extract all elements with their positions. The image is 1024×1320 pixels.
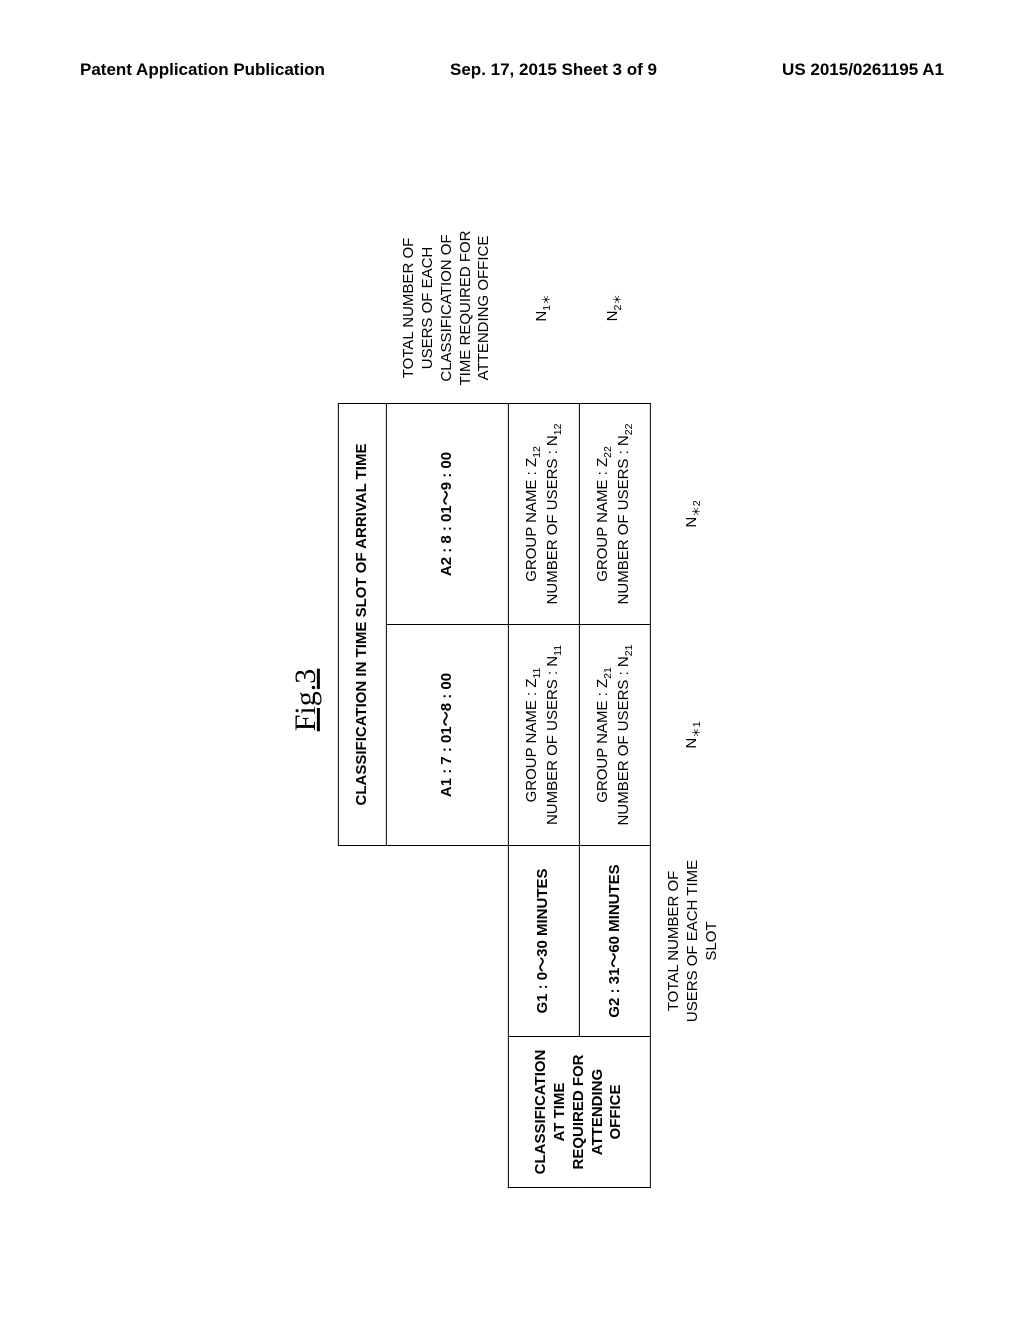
header-left: Patent Application Publication [80, 60, 325, 80]
row-g2: G2 : 31～60 MINUTES [579, 846, 650, 1037]
cell-11: GROUP NAME : Z11 NUMBER OF USERS : N11 [508, 625, 579, 846]
col-a1: A1 : 7 : 01～8 : 00 [386, 625, 508, 846]
rotated-figure-wrapper: Fig.3 CLASSIFICATION IN TIME SLOT OF ARR… [289, 150, 735, 1250]
row-total-header: TOTAL NUMBER OF USERS OF EACH TIME SLOT [650, 846, 735, 1037]
header-center: Sep. 17, 2015 Sheet 3 of 9 [325, 60, 782, 80]
col1-total: N＊1 [650, 625, 735, 846]
col-total-header: TOTAL NUMBER OF USERS OF EACH CLASSIFICA… [386, 213, 508, 404]
page-header: Patent Application Publication Sep. 17, … [80, 60, 944, 80]
col2-total: N＊2 [650, 404, 735, 625]
row-g1: G1 : 0～30 MINUTES [508, 846, 579, 1037]
figure-title: Fig.3 [289, 150, 323, 1250]
cell-12: GROUP NAME : Z12 NUMBER OF USERS : N12 [508, 404, 579, 625]
col-a2: A2 : 8 : 01～9 : 00 [386, 404, 508, 625]
figure-3: Fig.3 CLASSIFICATION IN TIME SLOT OF ARR… [289, 150, 735, 1250]
col-group-header: CLASSIFICATION IN TIME SLOT OF ARRIVAL T… [338, 404, 386, 846]
cell-22: GROUP NAME : Z22 NUMBER OF USERS : N22 [579, 404, 650, 625]
row2-total: N2＊ [579, 213, 650, 404]
row-group-header: CLASSIFICATION AT TIME REQUIRED FOR ATTE… [508, 1037, 651, 1188]
row1-total: N1＊ [508, 213, 579, 404]
header-right: US 2015/0261195 A1 [782, 60, 944, 80]
classification-table: CLASSIFICATION IN TIME SLOT OF ARRIVAL T… [338, 212, 735, 1188]
cell-21: GROUP NAME : Z21 NUMBER OF USERS : N21 [579, 625, 650, 846]
